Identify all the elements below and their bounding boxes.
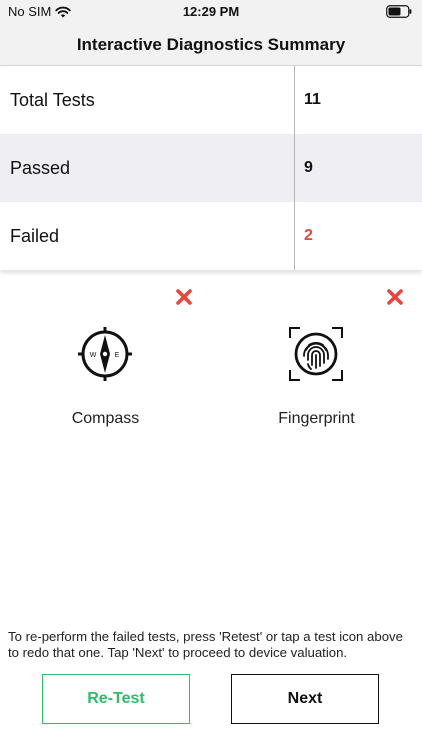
status-time: 12:29 PM	[182, 4, 240, 19]
test-label-compass: Compass	[71, 410, 140, 427]
failed-label: Failed	[10, 225, 60, 246]
column-divider	[294, 66, 295, 270]
summary-row-passed: Passed 9	[0, 134, 422, 202]
instructions-text: To re-perform the failed tests, press 'R…	[8, 629, 403, 660]
test-tile-compass[interactable]: W E Compass	[0, 280, 211, 450]
total-tests-value: 11	[304, 91, 321, 108]
compass-icon: W E	[78, 327, 132, 381]
next-button[interactable]: Next	[231, 674, 379, 724]
failed-value: 2	[304, 227, 313, 244]
test-label-fingerprint: Fingerprint	[278, 410, 355, 427]
failed-x-icon	[176, 289, 192, 305]
passed-value: 9	[304, 159, 313, 176]
failed-tests-grid: W E Compass Fingerprint	[0, 280, 422, 450]
passed-label: Passed	[10, 157, 71, 178]
fingerprint-icon	[289, 327, 343, 381]
retest-button[interactable]: Re-Test	[42, 674, 190, 724]
failed-x-icon	[387, 289, 403, 305]
status-bar: No SIM 12:29 PM	[0, 0, 422, 24]
test-tile-fingerprint[interactable]: Fingerprint	[211, 280, 422, 450]
page-title: Interactive Diagnostics Summary	[76, 34, 346, 54]
total-tests-label: Total Tests	[10, 89, 95, 110]
summary-table: Total Tests 11 Passed 9 Failed 2	[0, 66, 422, 270]
summary-row-failed: Failed 2	[0, 202, 422, 270]
nav-bar: Interactive Diagnostics Summary	[0, 24, 422, 66]
svg-text:W: W	[90, 352, 97, 359]
battery-icon	[386, 5, 412, 21]
svg-text:E: E	[115, 352, 120, 359]
summary-row-total: Total Tests 11	[0, 66, 422, 134]
